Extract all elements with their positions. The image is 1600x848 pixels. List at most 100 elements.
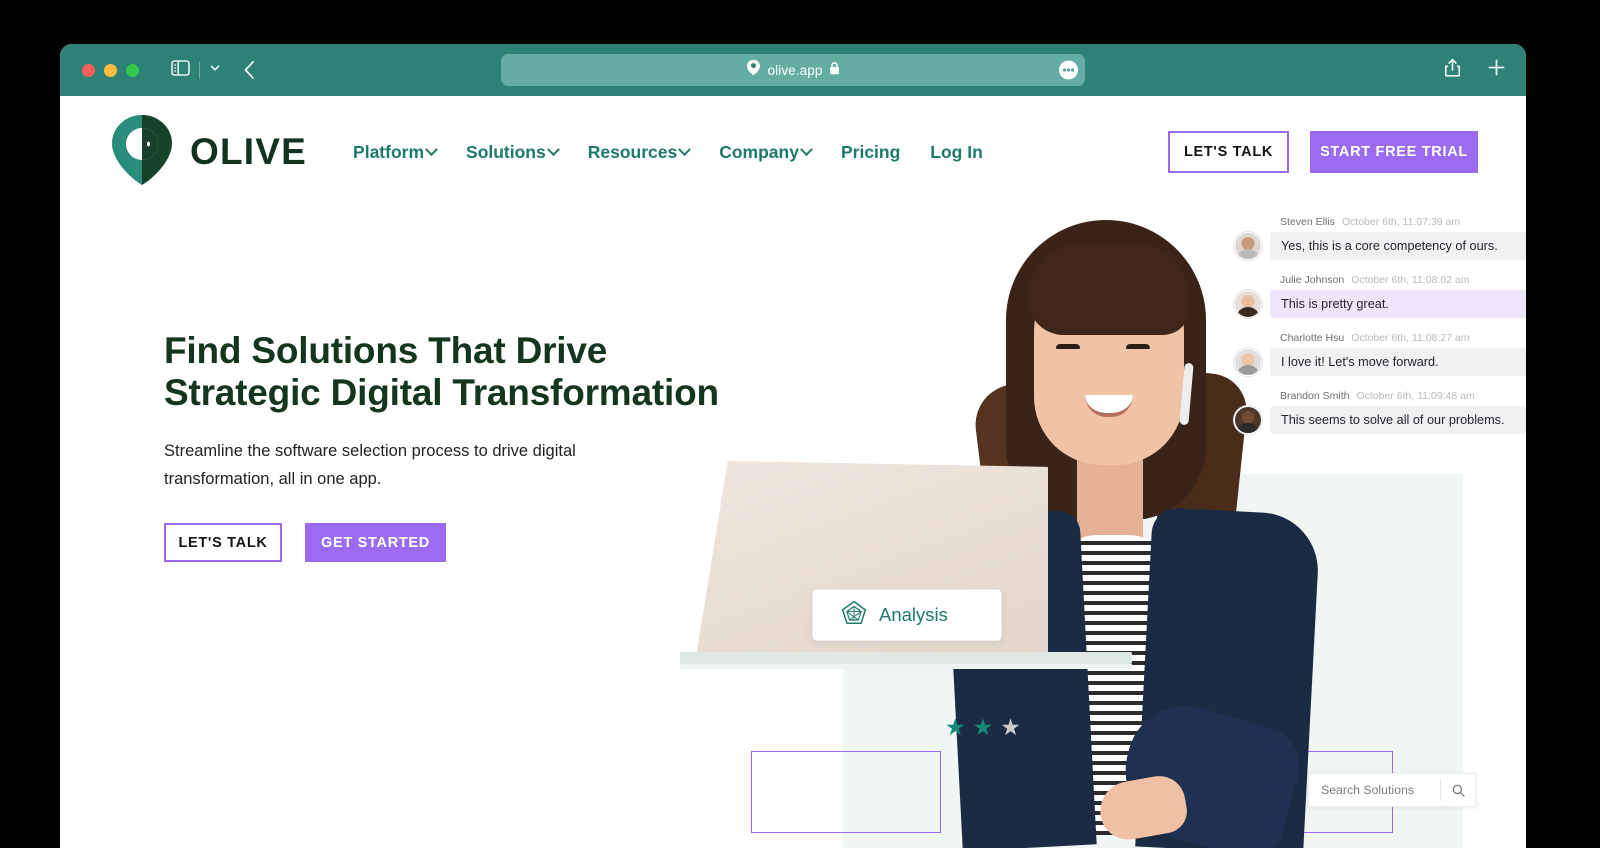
avatar xyxy=(1234,290,1262,318)
message-row: I love it! Let's move forward. xyxy=(1234,348,1526,376)
message-bubble: This seems to solve all of our problems. xyxy=(1270,406,1526,434)
nav-item-pricing[interactable]: Pricing xyxy=(841,142,900,163)
chevron-down-icon xyxy=(678,142,692,156)
message-bubble: I love it! Let's move forward. xyxy=(1270,348,1526,376)
chevron-down-icon xyxy=(546,142,560,156)
message-author: Julie Johnson xyxy=(1280,274,1345,286)
message-meta: Brandon Smith October 6th, 11:09:48 am xyxy=(1280,390,1526,402)
header-actions: LET'S TALK START FREE TRIAL xyxy=(1168,131,1478,173)
nav-label: Log In xyxy=(930,141,983,162)
close-window-button[interactable] xyxy=(82,63,95,77)
analysis-card[interactable]: Analysis xyxy=(812,589,1002,641)
laptop-base xyxy=(680,652,1132,664)
avatar xyxy=(1234,406,1262,434)
get-started-button[interactable]: GET STARTED xyxy=(305,523,446,563)
plus-icon[interactable] xyxy=(1487,58,1506,82)
lock-icon xyxy=(829,61,840,80)
star-filled-1[interactable]: ★ xyxy=(945,716,966,739)
nav-item-platform[interactable]: Platform xyxy=(353,141,438,163)
message-author: Steven Ellis xyxy=(1280,216,1335,228)
message-meta: Charlotte Hsu October 6th, 11:08:27 am xyxy=(1280,332,1526,344)
chat-message: Brandon Smith October 6th, 11:09:48 am T… xyxy=(1234,390,1526,434)
hero-section: Find Solutions That Drive Strategic Digi… xyxy=(60,208,1526,848)
hero-subtitle: Streamline the software selection proces… xyxy=(164,441,576,489)
analysis-label: Analysis xyxy=(879,604,948,625)
url-text: olive.app xyxy=(767,62,823,78)
back-arrow-icon[interactable] xyxy=(243,60,256,80)
message-meta: Steven Ellis October 6th, 11:07:39 am xyxy=(1280,216,1526,228)
chevron-down-icon[interactable] xyxy=(209,61,221,79)
browser-toolbar: olive.app xyxy=(60,44,1526,96)
start-free-trial-button[interactable]: START FREE TRIAL xyxy=(1310,131,1478,173)
page-content: OLIVE Platform Solutions Resources Compa… xyxy=(60,96,1526,848)
message-row: This is pretty great. xyxy=(1234,290,1526,318)
sidebar-controls xyxy=(171,59,221,81)
message-timestamp: October 6th, 11:09:48 am xyxy=(1356,390,1475,402)
nav-label: Solutions xyxy=(466,141,546,162)
pentagon-radar-icon xyxy=(841,600,867,631)
maximize-window-button[interactable] xyxy=(126,63,139,77)
hero-title-line-1: Find Solutions That Drive xyxy=(164,330,608,371)
chevron-down-icon xyxy=(425,142,438,156)
laptop-shadow xyxy=(680,664,1132,669)
artwork-purple-outline-left xyxy=(751,751,941,833)
sidebar-toggle-icon[interactable] xyxy=(171,59,190,81)
chat-message: Charlotte Hsu October 6th, 11:08:27 am I… xyxy=(1234,332,1526,376)
message-author: Charlotte Hsu xyxy=(1280,332,1345,344)
chat-messages: Steven Ellis October 6th, 11:07:39 am Ye… xyxy=(1234,216,1526,448)
eye-left xyxy=(1056,344,1080,349)
avatar xyxy=(1234,348,1262,376)
message-timestamp: October 6th, 11:08:27 am xyxy=(1351,332,1470,344)
nav-label: Pricing xyxy=(840,141,901,162)
main-navigation: Platform Solutions Resources Company Pri… xyxy=(353,142,983,163)
site-header: OLIVE Platform Solutions Resources Compa… xyxy=(60,96,1526,208)
hero-copy: Find Solutions That Drive Strategic Digi… xyxy=(164,330,724,563)
nav-label: Company xyxy=(719,141,799,162)
message-bubble: This is pretty great. xyxy=(1270,290,1526,318)
message-bubble: Yes, this is a core competency of ours. xyxy=(1270,232,1526,260)
device-frame: olive.app OLIVE Platform Solutions Resou… xyxy=(0,0,1600,848)
share-icon[interactable] xyxy=(1444,58,1461,83)
nav-item-resources[interactable]: Resources xyxy=(587,141,692,163)
page-title: Find Solutions That Drive Strategic Digi… xyxy=(164,330,724,414)
url-menu-dots-icon[interactable] xyxy=(1059,60,1078,80)
olive-pin-logo-icon xyxy=(108,113,176,192)
message-meta: Julie Johnson October 6th, 11:08:02 am xyxy=(1280,274,1526,286)
star-filled-2[interactable]: ★ xyxy=(973,716,994,739)
traffic-lights xyxy=(82,63,139,77)
olive-pin-icon xyxy=(746,59,761,81)
message-timestamp: October 6th, 11:08:02 am xyxy=(1351,274,1470,286)
message-timestamp: October 6th, 11:07:39 am xyxy=(1341,216,1461,228)
minimize-window-button[interactable] xyxy=(104,63,117,77)
logo-wordmark: OLIVE xyxy=(190,131,308,172)
olive-logo-link[interactable]: OLIVE xyxy=(108,113,307,192)
message-author: Brandon Smith xyxy=(1280,390,1350,402)
hero-buttons: LET'S TALK GET STARTED xyxy=(164,523,724,563)
browser-right-controls xyxy=(1444,58,1506,83)
search-icon[interactable] xyxy=(1441,784,1475,797)
hero-lets-talk-button[interactable]: LET'S TALK xyxy=(164,523,282,563)
nav-item-company[interactable]: Company xyxy=(719,141,813,163)
url-bar[interactable]: olive.app xyxy=(501,54,1085,86)
nav-label: Resources xyxy=(587,141,678,162)
eye-right xyxy=(1126,344,1150,349)
chat-message: Julie Johnson October 6th, 11:08:02 am T… xyxy=(1234,274,1526,318)
star-empty-3[interactable]: ★ xyxy=(1000,716,1021,739)
search-solutions-field[interactable]: Search Solutions xyxy=(1308,773,1476,807)
chat-message: Steven Ellis October 6th, 11:07:39 am Ye… xyxy=(1234,216,1526,260)
toolbar-divider xyxy=(199,61,200,79)
message-row: Yes, this is a core competency of ours. xyxy=(1234,232,1526,260)
browser-window: olive.app OLIVE Platform Solutions Resou… xyxy=(60,44,1526,848)
rating-stars[interactable]: ★ ★ ★ xyxy=(945,716,1021,739)
nav-item-solutions[interactable]: Solutions xyxy=(466,141,560,163)
nav-item-login[interactable]: Log In xyxy=(930,142,982,163)
hair-bangs xyxy=(1028,243,1190,335)
avatar xyxy=(1234,232,1262,260)
search-input[interactable]: Search Solutions xyxy=(1309,783,1440,797)
chevron-down-icon xyxy=(800,142,813,156)
hero-artwork: Business ✕ User Experience ✕ xyxy=(680,208,1526,848)
nav-label: Platform xyxy=(353,141,425,162)
lets-talk-button[interactable]: LET'S TALK xyxy=(1168,131,1289,173)
hero-title-line-2: Strategic Digital Transformation xyxy=(164,371,719,413)
message-row: This seems to solve all of our problems. xyxy=(1234,406,1526,434)
